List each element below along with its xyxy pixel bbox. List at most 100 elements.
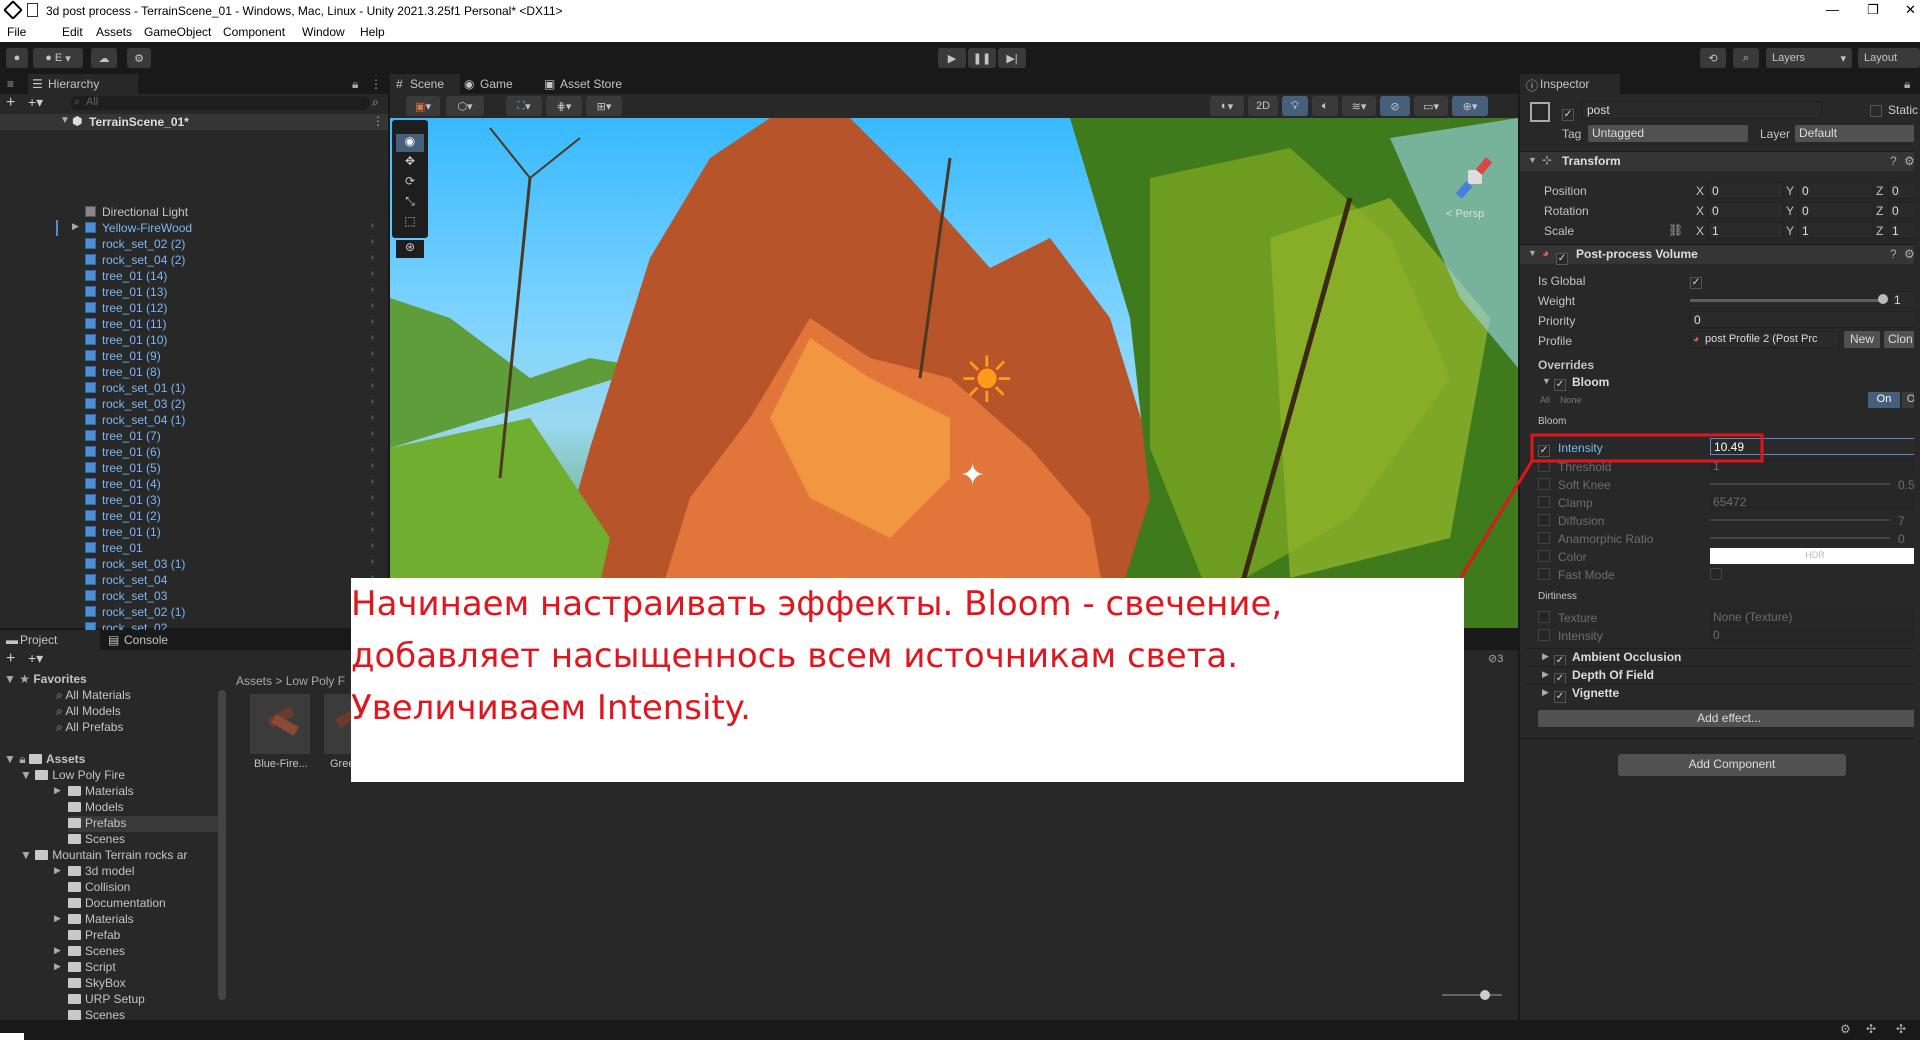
priority-field[interactable]: 0	[1690, 311, 1920, 328]
project-folder-item[interactable]: ▶ Scenes	[54, 944, 220, 960]
project-folder-item[interactable]: ▶ Script	[54, 960, 220, 976]
bloom-enabled-checkbox[interactable]: ✓	[1554, 374, 1566, 391]
project-folder-item[interactable]: ⌕ All Materials	[56, 688, 220, 704]
prefab-arrow-icon[interactable]: ›	[371, 444, 374, 455]
more-icon[interactable]: ⋮	[370, 77, 382, 91]
soft_knee-slider-track[interactable]	[1710, 483, 1890, 485]
menu-component[interactable]: Component	[223, 25, 285, 39]
collapse-arrow-icon[interactable]: ▼	[1528, 248, 1537, 258]
prefab-arrow-icon[interactable]: ›	[371, 428, 374, 439]
prefab-arrow-icon[interactable]: ›	[371, 300, 374, 311]
services-button[interactable]: ⚙	[127, 48, 151, 68]
hierarchy-item[interactable]: rock_set_03 (1) ›	[0, 556, 380, 572]
create-dropdown-icon[interactable]: +▾	[28, 650, 43, 667]
threshold-field[interactable]: 1	[1710, 458, 1920, 474]
persp-label[interactable]: < Persp	[1446, 208, 1484, 220]
menu-help[interactable]: Help	[360, 25, 385, 39]
tab-inspector[interactable]: ⓘ Inspector	[1520, 74, 1620, 94]
prefab-arrow-icon[interactable]: ›	[371, 396, 374, 407]
add-icon[interactable]: +	[6, 650, 15, 668]
increment-snap-button[interactable]: ⊞ ▾	[586, 96, 622, 116]
tab-scene[interactable]: # Scene	[390, 74, 460, 94]
add-component-button[interactable]: Add Component	[1618, 754, 1846, 776]
bloom-on-button[interactable]: On	[1868, 392, 1900, 408]
hierarchy-item[interactable]: Directional Light	[0, 204, 380, 220]
prefab-arrow-icon[interactable]: ›	[371, 412, 374, 423]
view-tool-icon[interactable]: ◉	[396, 134, 424, 152]
hierarchy-item[interactable]: tree_01 (10) ›	[0, 332, 380, 348]
collapse-arrow-icon[interactable]: ▼	[1542, 376, 1551, 386]
project-folder-item[interactable]: ▶ Materials	[54, 912, 220, 928]
anamorphic-slider-track[interactable]	[1710, 537, 1890, 539]
hierarchy-item[interactable]: tree_01 (7) ›	[0, 428, 380, 444]
dirt-intensity-field[interactable]: 0	[1710, 627, 1920, 643]
inspector-scrollbar[interactable]	[1914, 120, 1920, 740]
rect-tool-icon[interactable]: ⬚	[396, 214, 424, 232]
all-toggle[interactable]: All	[1540, 395, 1550, 405]
hierarchy-item[interactable]: tree_01 ›	[0, 540, 380, 556]
favorites-row[interactable]: ▼ ★ Favorites	[4, 672, 87, 688]
tab-game[interactable]: ◉ Game	[460, 74, 532, 94]
fast_mode-value-checkbox[interactable]	[1710, 567, 1722, 581]
snap-button[interactable]: ⛶ ▾	[506, 96, 542, 116]
diffusion-value[interactable]: 7	[1898, 514, 1905, 528]
hierarchy-item[interactable]: tree_01 (5) ›	[0, 460, 380, 476]
progress-icon[interactable]: ✣	[1866, 1022, 1876, 1036]
rotate-tool-icon[interactable]: ⟳	[396, 174, 424, 192]
fast_mode-checkbox[interactable]	[1538, 567, 1550, 581]
asset-thumb-green[interactable]: Gree	[324, 694, 354, 774]
hidden-packages-icon[interactable]: ⊘3	[1488, 652, 1503, 665]
search-button[interactable]: ⌕	[1733, 48, 1759, 68]
expand-arrow-icon[interactable]: ▶	[1542, 687, 1549, 698]
pause-button[interactable]: ❚❚	[968, 48, 996, 68]
position-x-field[interactable]: 0	[1708, 182, 1784, 199]
prefab-arrow-icon[interactable]: ›	[371, 348, 374, 359]
expand-arrow-icon[interactable]: ▶	[54, 785, 61, 796]
prefab-arrow-icon[interactable]: ›	[371, 476, 374, 487]
menu-gameobject[interactable]: GameObject	[144, 25, 211, 39]
hierarchy-item[interactable]: tree_01 (2) ›	[0, 508, 380, 524]
expand-arrow-icon[interactable]: ▶	[1542, 651, 1549, 662]
prefab-arrow-icon[interactable]: ›	[371, 316, 374, 327]
scene-row[interactable]: ▼ ⬢ TerrainScene_01* ⋮	[0, 114, 388, 130]
hierarchy-item[interactable]: rock_set_03 (2) ›	[0, 396, 380, 412]
prefab-arrow-icon[interactable]: ›	[371, 364, 374, 375]
assets-row[interactable]: ▼ 🔒︎ Assets	[4, 752, 85, 768]
expand-arrow-icon[interactable]: ▶	[54, 961, 61, 972]
rotation-y-field[interactable]: 0	[1798, 202, 1874, 219]
create-dropdown-icon[interactable]: +▾	[28, 94, 43, 111]
add-effect-button[interactable]: Add effect...	[1538, 710, 1920, 727]
account-button[interactable]: ● E ▾	[33, 48, 83, 68]
hierarchy-item[interactable]: tree_01 (6) ›	[0, 444, 380, 460]
project-folder-item[interactable]: Prefab	[68, 928, 220, 944]
prefab-arrow-icon[interactable]: ›	[371, 556, 374, 567]
prefab-arrow-icon[interactable]: ›	[371, 220, 374, 231]
thumbnail-size-slider[interactable]	[1442, 990, 1502, 1000]
help-icon[interactable]: ?	[1890, 247, 1897, 261]
prefab-arrow-icon[interactable]: ›	[371, 460, 374, 471]
prefab-arrow-icon[interactable]: ›	[371, 508, 374, 519]
lock-icon[interactable]: 🔒︎	[1904, 77, 1910, 92]
hierarchy-item[interactable]: tree_01 (14) ›	[0, 268, 380, 284]
project-folder-item[interactable]: ▶ 3d model	[54, 864, 220, 880]
prefab-arrow-icon[interactable]: ›	[371, 332, 374, 343]
expand-arrow-icon[interactable]: ▶	[54, 865, 61, 876]
camera-dropdown[interactable]: ▭ ▾	[1414, 96, 1448, 116]
hierarchy-item[interactable]: rock_set_04›	[0, 572, 380, 588]
add-icon[interactable]: +	[6, 94, 15, 112]
prefab-arrow-icon[interactable]: ›	[371, 492, 374, 503]
prefab-arrow-icon[interactable]: ›	[371, 236, 374, 247]
low-poly-fire-row[interactable]: ▼ Low Poly Fire	[20, 768, 125, 784]
intensity-field[interactable]: 10.49	[1710, 438, 1920, 455]
vignette-checkbox[interactable]: ✓	[1554, 686, 1566, 703]
debug-icon[interactable]: ⚙	[1840, 1022, 1851, 1036]
asset-thumb-blue-fire[interactable]: Blue-Fire...	[250, 694, 310, 774]
grid-snap-button[interactable]: ⋕ ▾	[546, 96, 582, 116]
lighting-toggle[interactable]: 💡︎	[1282, 96, 1308, 116]
expand-arrow-icon[interactable]: ▶	[54, 913, 61, 924]
tab-hierarchy[interactable]: ☰ Hierarchy	[28, 74, 138, 94]
project-folder-item[interactable]: Prefabs	[68, 816, 220, 832]
layers-dropdown[interactable]: Layers ▾	[1766, 48, 1852, 68]
prefab-arrow-icon[interactable]: ›	[371, 540, 374, 551]
layer-dropdown[interactable]: Default	[1795, 125, 1920, 142]
